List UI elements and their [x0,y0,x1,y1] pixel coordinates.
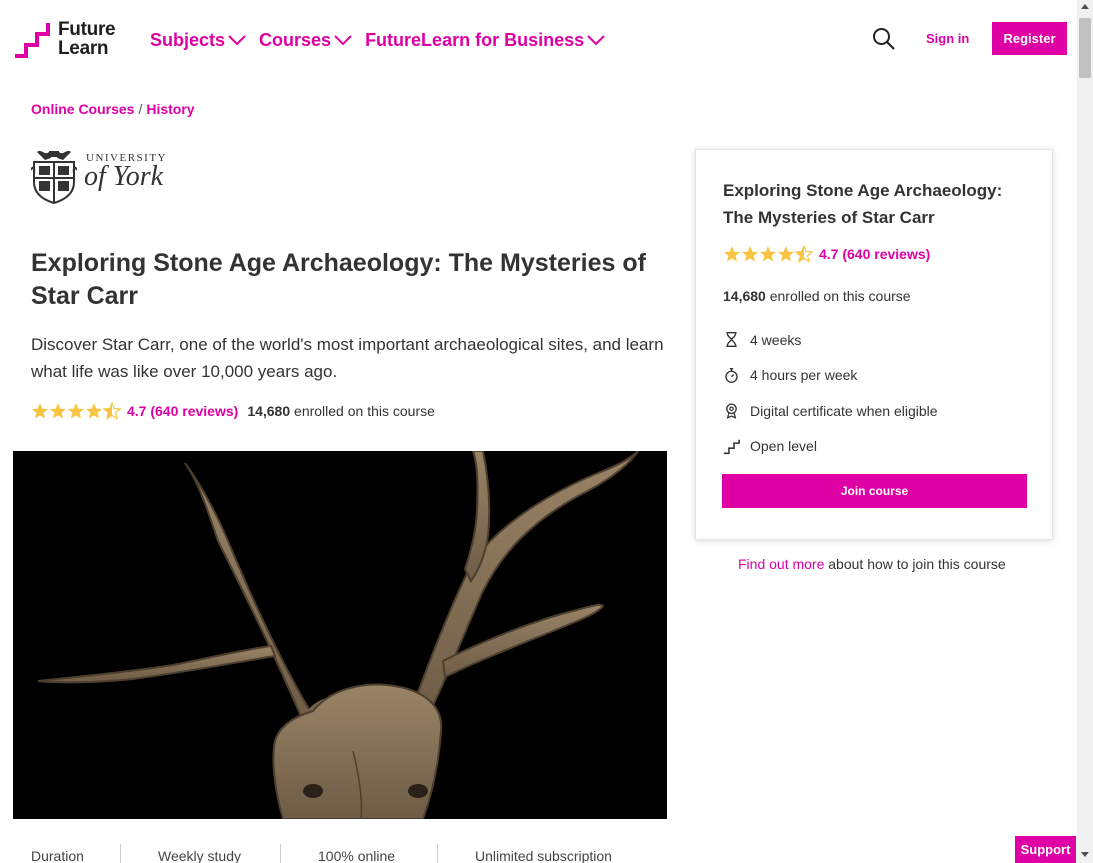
star-icon [67,403,85,419]
page-scrollbar[interactable] [1077,0,1093,863]
fact-online: 100% online [318,848,396,863]
course-details-list: 4 weeks 4 hours per week Digital certifi… [723,322,938,464]
scroll-thumb[interactable] [1079,18,1091,78]
fact-subscription: Unlimited subscription [475,848,612,863]
star-rating [31,402,121,420]
detail-duration: 4 weeks [723,322,938,358]
nav-subjects-label: Subjects [150,30,226,50]
detail-certificate: Digital certificate when eligible [723,393,938,429]
card-title: Exploring Stone Age Archaeology: The Mys… [723,181,1003,227]
reviews-link[interactable]: 4.7 (640 reviews) [127,403,238,419]
star-icon [759,246,777,262]
detail-certificate-label: Digital certificate when eligible [750,402,938,419]
university-of-york-logo[interactable]: UNIVERSITY of York [31,148,167,204]
enrolled-number: 14,680 [247,403,291,419]
site-header: Future Learn Subjects Courses FutureLear… [0,0,1077,80]
fact-duration: Duration [31,848,84,863]
nav-courses-label: Courses [259,30,332,50]
nav-business[interactable]: FutureLearn for Business [365,30,605,51]
futurelearn-logo[interactable]: Future Learn [14,19,116,59]
course-rating-row: 4.7 (640 reviews) 14,680 enrolled on thi… [31,402,435,420]
futurelearn-logo-icon [15,23,50,58]
detail-level: Open level [723,429,938,465]
star-icon [31,403,49,419]
star-icon [741,246,759,262]
card-enrolled-number: 14,680 [723,288,766,304]
page-title: Exploring Stone Age Archaeology: The Mys… [31,249,646,310]
half-star-icon [795,245,813,263]
detail-weekly-hours-label: 4 hours per week [750,367,858,384]
chevron-down-icon [334,35,352,46]
stopwatch-icon [725,367,738,383]
star-icon [85,403,103,419]
enrolled-count: 14,680 enrolled on this course [247,403,435,419]
main-nav: Subjects Courses FutureLearn for Busines… [150,30,605,51]
card-reviews-link[interactable]: 4.7 (640 reviews) [819,246,930,262]
search-icon[interactable] [872,27,896,51]
scroll-down-arrow-icon[interactable] [1081,852,1089,857]
scroll-up-arrow-icon[interactable] [1081,4,1089,9]
course-description: Discover Star Carr, one of the world's m… [31,335,664,381]
card-rating-value: 4.7 [819,246,839,262]
card-enrolled-count: 14,680 enrolled on this course [723,288,911,304]
card-rating-row: 4.7 (640 reviews) [723,245,930,263]
breadcrumb-separator: / [138,101,143,117]
star-icon [49,403,67,419]
fact-weekly-study: Weekly study [158,848,241,863]
org-line2: of York [84,161,164,192]
certificate-icon [726,403,737,420]
course-facts: Duration Weekly study 100% online Unlimi… [31,844,612,863]
breadcrumb-history[interactable]: History [146,101,194,117]
breadcrumb-online-courses[interactable]: Online Courses [31,101,134,117]
card-reviews-count: (640 reviews) [842,246,931,262]
half-star-icon [103,402,121,420]
logo-line1: Future [58,19,116,40]
star-icon [723,246,741,262]
enrolled-suffix: enrolled on this course [290,403,435,419]
join-course-button[interactable]: Join course [722,474,1027,508]
antler-skull-illustration [37,451,639,819]
detail-level-label: Open level [750,438,817,455]
reviews-count: (640 reviews) [150,403,239,419]
card-star-rating [723,245,813,263]
chevron-down-icon [228,35,246,46]
find-out-more-link[interactable]: Find out more [738,556,824,572]
rating-value: 4.7 [127,403,147,419]
course-summary-card: Exploring Stone Age Archaeology: The Mys… [695,149,1053,540]
logo-line2: Learn [58,38,109,59]
nav-courses[interactable]: Courses [259,30,352,51]
register-button[interactable]: Register [992,22,1067,55]
card-enrolled-suffix: enrolled on this course [765,288,911,304]
find-out-more-text: Find out more about how to join this cou… [738,556,1006,572]
chevron-down-icon [587,35,605,46]
support-button[interactable]: Support [1015,836,1076,863]
star-icon [777,246,795,262]
detail-weekly-hours: 4 hours per week [723,358,938,394]
nav-subjects[interactable]: Subjects [150,30,246,51]
nav-business-label: FutureLearn for Business [365,30,585,50]
find-out-more-suffix: about how to join this course [824,556,1006,572]
course-hero-image [13,451,667,819]
university-crest-icon [31,150,77,204]
hourglass-icon [726,332,737,348]
detail-duration-label: 4 weeks [750,331,802,348]
stairs-icon [723,439,740,454]
signin-link[interactable]: Sign in [926,31,969,46]
breadcrumb: Online Courses / History [31,101,195,117]
